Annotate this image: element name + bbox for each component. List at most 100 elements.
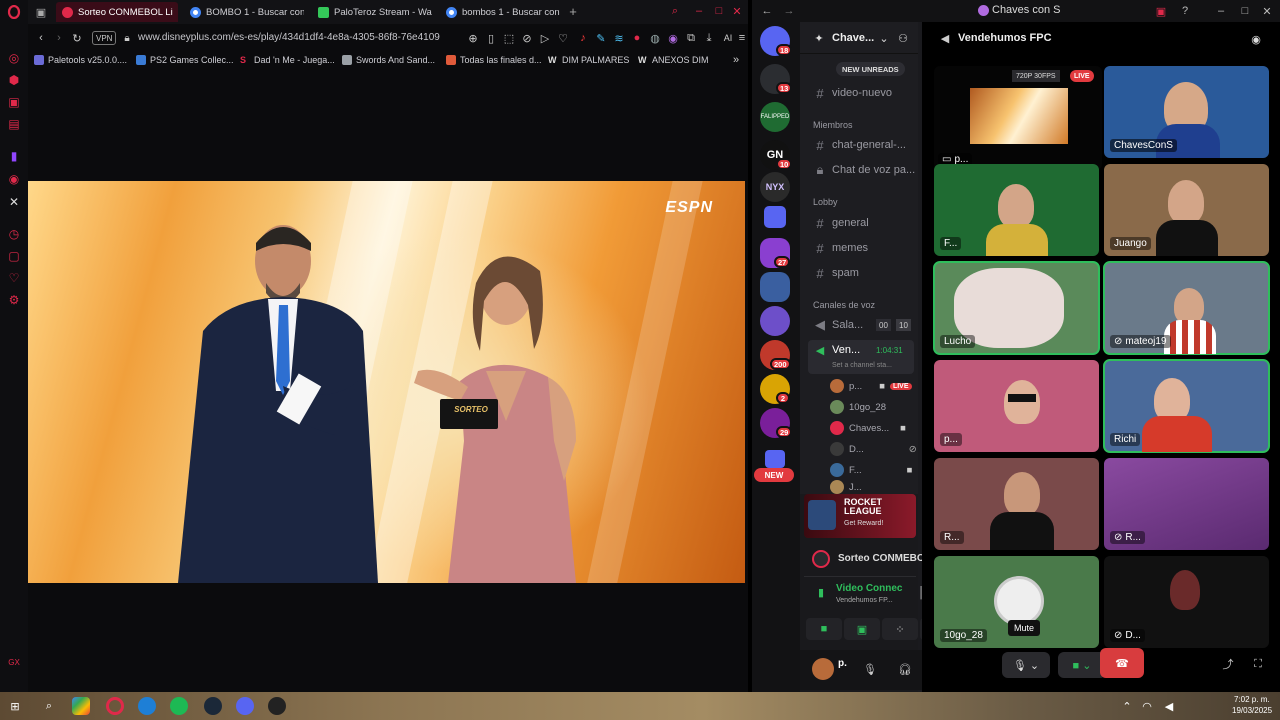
search-icon[interactable]: ⌕ xyxy=(40,697,58,715)
new-unreads-pill[interactable]: NEW UNREADS xyxy=(836,62,905,76)
server-icon[interactable]: FALIPPED xyxy=(760,102,790,132)
bookmark-finales[interactable]: Todas las finales d... xyxy=(446,51,542,69)
snapshot-icon[interactable]: ⬚ xyxy=(502,30,516,46)
video-tile[interactable]: F... xyxy=(934,164,1099,256)
server-header[interactable]: ✦ Chave... ⌄ ⚇ xyxy=(800,22,918,54)
voice-user[interactable]: J... xyxy=(830,480,862,494)
video-tile[interactable]: Lucho xyxy=(933,261,1100,355)
channel-video-nuevo[interactable]: # video-nuevo xyxy=(800,82,918,104)
clock-time[interactable]: 7:02 p. m. xyxy=(1234,695,1270,704)
puzzle-icon[interactable]: ⧉ xyxy=(684,30,698,46)
forward-icon[interactable]: → xyxy=(782,4,796,18)
camera-button[interactable]: ■ ⌄ xyxy=(1058,652,1106,678)
signal-icon[interactable]: ▮ xyxy=(814,585,828,599)
copilot-icon[interactable] xyxy=(72,697,90,715)
start-icon[interactable]: ⊞ xyxy=(6,697,24,715)
record-icon[interactable]: ● xyxy=(630,30,644,46)
bookmark-swords[interactable]: Swords And Sand... xyxy=(342,51,435,69)
help-icon[interactable]: ? xyxy=(1178,4,1192,18)
play-icon[interactable]: ▷ xyxy=(538,30,552,46)
voice-status-subtitle[interactable]: Vendehumos FP... xyxy=(836,597,893,604)
forward-icon[interactable]: › xyxy=(52,30,66,46)
new-tab-icon[interactable]: + xyxy=(566,4,580,19)
microphone-icon[interactable]: 🎙︎ xyxy=(863,662,877,676)
opera-logo-icon[interactable] xyxy=(6,4,22,20)
bookmark-anexos-dim[interactable]: W ANEXOS DIM xyxy=(638,51,709,69)
instagram-icon[interactable]: ◉ xyxy=(6,171,22,187)
extension-icon[interactable]: ◍ xyxy=(648,30,662,46)
video-tile[interactable]: 10go_28 Mute xyxy=(934,556,1099,648)
bookmark-ps2[interactable]: PS2 Games Collec... xyxy=(136,51,234,69)
tab-bombos[interactable]: bombos 1 - Buscar con Go xyxy=(440,2,562,22)
voice-user[interactable]: F... ■ xyxy=(830,460,912,480)
clock-date[interactable]: 19/03/2025 xyxy=(1232,706,1272,715)
video-tile[interactable]: R... xyxy=(934,458,1099,550)
stream-tile[interactable]: 720P 30FPS LIVE ▭ p... xyxy=(934,66,1102,170)
server-icon[interactable]: 13 xyxy=(760,64,793,94)
pop-out-icon[interactable]: ⤴ xyxy=(1220,656,1236,672)
chat-icon[interactable]: ◉ xyxy=(1248,31,1264,47)
server-icon[interactable]: 2 xyxy=(760,374,790,404)
mute-button[interactable]: 🎙︎ ⌄ xyxy=(1002,652,1050,678)
maximize-icon[interactable]: □ xyxy=(1238,4,1252,18)
server-icon[interactable] xyxy=(760,272,790,302)
fullscreen-icon[interactable]: ⛶ xyxy=(1250,656,1266,672)
avatar[interactable] xyxy=(812,658,834,680)
video-tile[interactable]: ⊘ R... xyxy=(1104,458,1269,550)
minimize-icon[interactable]: – xyxy=(1214,4,1228,18)
wifi-icon[interactable]: ◠ xyxy=(1140,698,1154,714)
bookmark-dim-palmares[interactable]: W DIM PALMARES xyxy=(548,51,629,69)
ai-button[interactable]: AI xyxy=(720,30,736,46)
bookmark-dadnme[interactable]: S Dad 'n Me - Juega... xyxy=(240,51,335,69)
folder-icon[interactable] xyxy=(765,450,785,468)
headphones-icon[interactable]: 🎧︎ xyxy=(898,662,912,676)
tab-sorteo[interactable]: Sorteo CONMEBOL Li xyxy=(56,2,178,22)
minimize-icon[interactable]: – xyxy=(692,4,706,18)
tab-bombo[interactable]: BOMBO 1 - Buscar con Go xyxy=(184,2,304,22)
channel-chat-de-voz[interactable]: 🔒︎ Chat de voz pa... xyxy=(800,159,918,181)
rocket-league-promo[interactable]: ROCKET LEAGUE Get Reward! xyxy=(804,494,916,538)
activity-row[interactable]: Sorteo CONMEBO... ▣ xyxy=(804,544,951,572)
more-bookmarks-icon[interactable]: » xyxy=(730,53,742,67)
voice-user[interactable]: p... ■ LIVE xyxy=(830,376,912,396)
screen-share-button[interactable]: ▣ xyxy=(844,618,880,640)
server-icon[interactable]: 200 xyxy=(760,340,791,370)
close-icon[interactable]: ✕ xyxy=(730,4,744,18)
tor-icon[interactable]: ◉ xyxy=(666,30,680,46)
server-icon[interactable] xyxy=(760,306,790,336)
video-tile[interactable]: ⊘ D... xyxy=(1104,556,1269,648)
menu-icon[interactable]: ≡ xyxy=(736,30,748,46)
music-icon[interactable]: ♪ xyxy=(576,30,590,46)
bookmark-paletools[interactable]: Paletools v25.0.0.... xyxy=(34,51,127,69)
server-icon[interactable]: GN 10 xyxy=(760,140,793,170)
voice-user[interactable]: D... ⊘ xyxy=(830,439,917,459)
back-icon[interactable]: ‹ xyxy=(34,30,48,46)
activities-button[interactable]: ⁘ xyxy=(882,618,918,640)
heart-icon[interactable]: ♡ xyxy=(6,270,22,286)
direct-messages-icon[interactable]: 18 xyxy=(760,26,793,56)
category-lobby[interactable]: Lobby xyxy=(813,197,838,207)
tab-paloteroz[interactable]: PaloTeroz Stream - Watch xyxy=(312,2,432,22)
edge-icon[interactable] xyxy=(138,697,156,715)
zoom-icon[interactable]: ⊕ xyxy=(466,30,480,46)
history-icon[interactable]: ◷ xyxy=(6,226,22,242)
url-field[interactable]: www.disneyplus.com/es-es/play/434d1df4-4… xyxy=(138,30,458,46)
voice-channel-vendehumos[interactable]: ◀︎ Ven... 1:04:31 Set a channel sta... xyxy=(808,340,914,374)
search-tabs-icon[interactable]: ⌕ xyxy=(668,4,682,18)
steam-icon[interactable] xyxy=(204,697,222,715)
bookmark-icon[interactable]: ▯ xyxy=(484,30,498,46)
block-icon[interactable]: ⊘ xyxy=(520,30,534,46)
server-icon[interactable]: 29 xyxy=(760,408,793,438)
folder-icon[interactable] xyxy=(764,206,786,228)
video-tile[interactable]: ChavesConS xyxy=(1104,66,1269,158)
opera-gx-icon[interactable] xyxy=(106,697,124,715)
inbox-icon[interactable]: ▣ xyxy=(1154,4,1168,18)
video-tile[interactable]: Juango xyxy=(1104,164,1269,256)
channel-chat-general[interactable]: # chat-general-... xyxy=(800,134,918,156)
heart-icon[interactable]: ♡ xyxy=(556,30,570,46)
video-tile[interactable]: Richi xyxy=(1103,359,1270,453)
back-icon[interactable]: ← xyxy=(760,4,774,18)
player-icon[interactable]: ▤ xyxy=(6,116,22,132)
server-icon[interactable]: 27 xyxy=(760,238,791,268)
messenger-icon[interactable]: ▣ xyxy=(6,94,22,110)
